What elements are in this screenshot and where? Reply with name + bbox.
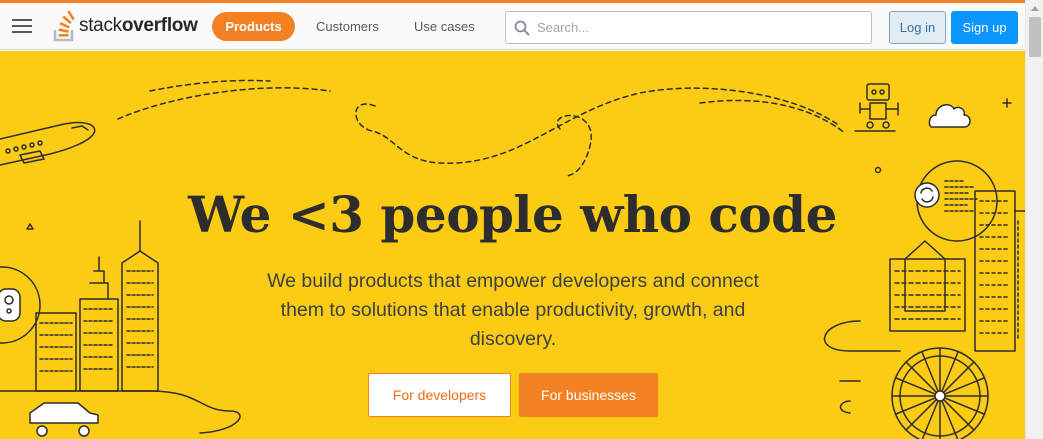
scroll-up-arrow-icon[interactable] bbox=[1026, 0, 1043, 17]
stackoverflow-logo-icon bbox=[53, 10, 75, 42]
hero-subtitle: We build products that empower developer… bbox=[267, 270, 759, 350]
airplane-illustration bbox=[0, 121, 96, 166]
logo-wordmark: stackoverflow bbox=[79, 15, 198, 36]
cloud-illustration bbox=[928, 104, 971, 128]
site-logo[interactable]: stackoverflow bbox=[52, 9, 198, 43]
sparkle-decoration bbox=[1002, 98, 1012, 108]
gamepad-illustration bbox=[0, 266, 41, 344]
robot-illustration bbox=[854, 83, 899, 132]
signup-button[interactable]: Sign up bbox=[951, 11, 1018, 44]
vertical-scrollbar[interactable] bbox=[1025, 0, 1043, 439]
for-businesses-button[interactable]: For businesses bbox=[519, 373, 658, 417]
login-button[interactable]: Log in bbox=[889, 11, 946, 44]
search-box bbox=[505, 11, 872, 44]
city-skyline-illustration bbox=[0, 220, 241, 434]
hero-title: We <3 people who code bbox=[188, 185, 837, 244]
nav-use-cases-link[interactable]: Use cases bbox=[414, 12, 475, 41]
top-navbar: stackoverflow Products Customers Use cas… bbox=[0, 3, 1025, 50]
hero-section: We <3 people who code We build products … bbox=[0, 51, 1025, 439]
scrollbar-thumb[interactable] bbox=[1029, 17, 1041, 57]
dashed-path-decoration bbox=[117, 79, 846, 177]
hamburger-menu-icon[interactable] bbox=[12, 18, 32, 34]
for-developers-button[interactable]: For developers bbox=[368, 373, 511, 417]
nav-customers-link[interactable]: Customers bbox=[316, 12, 379, 41]
dot-decoration bbox=[874, 166, 882, 174]
nav-products-button[interactable]: Products bbox=[212, 12, 295, 41]
car-illustration bbox=[29, 402, 99, 437]
ferris-wheel-illustration bbox=[891, 347, 989, 439]
search-input[interactable] bbox=[537, 13, 867, 42]
search-icon bbox=[514, 20, 530, 36]
